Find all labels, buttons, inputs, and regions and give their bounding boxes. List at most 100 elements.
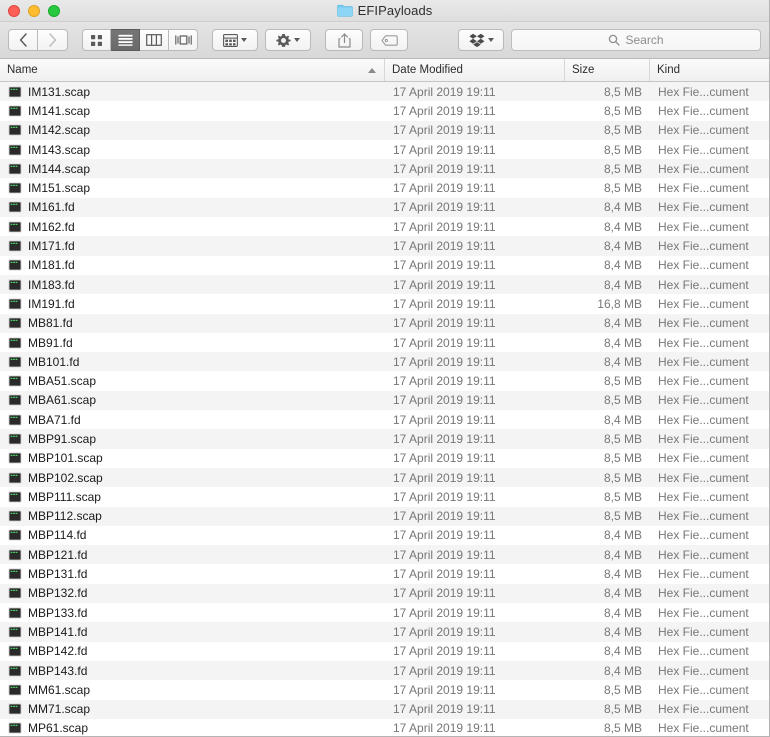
tag-button[interactable]: [370, 29, 408, 51]
arrange-by-button[interactable]: [212, 29, 258, 51]
table-row[interactable]: MBA61.scap 17 April 2019 19:11 8,5 MB Hex F…: [0, 390, 769, 411]
file-name-cell[interactable]: MM71.scap: [0, 700, 385, 719]
hex-document-icon: [8, 298, 22, 310]
table-row[interactable]: MM71.scap 17 April 2019 19:11 8,5 MB Hex Fi…: [0, 699, 769, 719]
table-row[interactable]: IM191.fd 17 April 2019 19:11 16,8 MB Hex Fi…: [0, 294, 769, 314]
table-row[interactable]: MBP111.scap 17 April 2019 19:11 8,5 MB Hex …: [0, 487, 769, 507]
table-row[interactable]: MBP101.scap 17 April 2019 19:11 8,5 MB Hex …: [0, 448, 769, 468]
file-name-cell[interactable]: IM141.scap: [0, 101, 385, 120]
table-row[interactable]: MBP143.fd 17 April 2019 19:11 8,4 MB Hex Fi…: [0, 660, 769, 681]
file-name-cell[interactable]: MB101.fd: [0, 352, 385, 371]
table-row[interactable]: MBP114.fd 17 April 2019 19:11 8,4 MB Hex Fi…: [0, 525, 769, 546]
file-size-cell: 8,5 MB: [603, 682, 642, 697]
action-menu-button[interactable]: [265, 29, 311, 51]
table-row[interactable]: MB91.fd 17 April 2019 19:11 8,4 MB Hex Fie.…: [0, 332, 769, 353]
search-icon: [609, 34, 621, 46]
table-row[interactable]: MP61.scap 17 April 2019 19:11 8,5 MB Hex Fi…: [0, 718, 769, 736]
file-name-cell[interactable]: MBA51.scap: [0, 371, 385, 390]
table-row[interactable]: IM161.fd 17 April 2019 19:11 8,4 MB Hex Fie…: [0, 197, 769, 218]
table-row[interactable]: IM183.fd 17 April 2019 19:11 8,4 MB Hex Fie…: [0, 274, 769, 295]
file-name-cell[interactable]: MBP121.fd: [0, 545, 385, 564]
coverflow-view-button[interactable]: [169, 29, 198, 51]
column-header-date-modified[interactable]: Date Modified: [385, 59, 565, 81]
table-row[interactable]: MBP112.scap 17 April 2019 19:11 8,5 MB Hex …: [0, 506, 769, 526]
file-date-cell: 17 April 2019 19:11: [393, 103, 496, 118]
file-name-cell[interactable]: MBP141.fd: [0, 622, 385, 641]
file-list[interactable]: IM131.scap 17 April 2019 19:11 8,5 MB Hex F…: [0, 82, 769, 736]
hex-document-icon: [8, 163, 22, 175]
table-row[interactable]: MBP141.fd 17 April 2019 19:11 8,4 MB Hex Fi…: [0, 622, 769, 642]
hex-document-icon: [8, 414, 22, 426]
file-name-cell[interactable]: MBP131.fd: [0, 564, 385, 583]
table-row[interactable]: MB81.fd 17 April 2019 19:11 8,4 MB Hex Fie.…: [0, 313, 769, 333]
file-name-cell[interactable]: MM61.scap: [0, 680, 385, 699]
table-row[interactable]: IM181.fd 17 April 2019 19:11 8,4 MB Hex Fie…: [0, 255, 769, 275]
table-row[interactable]: IM141.scap 17 April 2019 19:11 8,5 MB Hex F…: [0, 101, 769, 121]
file-name-cell[interactable]: MBP102.scap: [0, 468, 385, 487]
file-name-cell[interactable]: MBP101.scap: [0, 449, 385, 468]
hex-document-icon: [8, 568, 22, 580]
column-header-size[interactable]: Size: [565, 59, 650, 81]
list-view-button[interactable]: [111, 29, 140, 51]
table-row[interactable]: IM142.scap 17 April 2019 19:11 8,5 MB Hex F…: [0, 120, 769, 140]
file-name-cell[interactable]: IM171.fd: [0, 236, 385, 255]
file-name-label: IM142.scap: [28, 123, 91, 138]
file-name-cell[interactable]: IM161.fd: [0, 198, 385, 217]
column-header-kind[interactable]: Kind: [650, 59, 769, 81]
file-name-cell[interactable]: IM143.scap: [0, 140, 385, 159]
back-button[interactable]: [8, 29, 38, 51]
column-view-button[interactable]: [140, 29, 169, 51]
hex-document-icon: [8, 201, 22, 213]
table-row[interactable]: IM131.scap 17 April 2019 19:11 8,5 MB Hex F…: [0, 82, 769, 102]
file-name-cell[interactable]: MP61.scap: [0, 719, 385, 736]
close-button[interactable]: [8, 4, 20, 17]
table-row[interactable]: MBA71.fd 17 April 2019 19:11 8,4 MB Hex Fie…: [0, 410, 769, 430]
file-name-cell[interactable]: MBP133.fd: [0, 603, 385, 622]
table-row[interactable]: MBP121.fd 17 April 2019 19:11 8,4 MB Hex Fi…: [0, 545, 769, 565]
file-name-cell[interactable]: IM162.fd: [0, 217, 385, 236]
file-size-cell: 8,5 MB: [603, 393, 642, 408]
table-row[interactable]: MBP132.fd 17 April 2019 19:11 8,4 MB Hex Fi…: [0, 583, 769, 604]
file-name-cell[interactable]: IM144.scap: [0, 159, 385, 178]
search-field[interactable]: Search: [511, 29, 761, 51]
table-row[interactable]: IM143.scap 17 April 2019 19:11 8,5 MB Hex F…: [0, 139, 769, 160]
file-name-cell[interactable]: IM142.scap: [0, 121, 385, 140]
file-name-cell[interactable]: MBP114.fd: [0, 526, 385, 545]
table-row[interactable]: IM162.fd 17 April 2019 19:11 8,4 MB Hex Fie…: [0, 217, 769, 237]
share-button[interactable]: [325, 29, 363, 51]
table-row[interactable]: IM151.scap 17 April 2019 19:11 8,5 MB Hex F…: [0, 178, 769, 198]
table-row[interactable]: MBP133.fd 17 April 2019 19:11 8,4 MB Hex Fi…: [0, 603, 769, 623]
column-header-name[interactable]: Name: [0, 59, 385, 81]
file-name-cell[interactable]: MBP132.fd: [0, 584, 385, 603]
file-name-cell[interactable]: MBA71.fd: [0, 410, 385, 429]
table-row[interactable]: MBP91.scap 17 April 2019 19:11 8,5 MB Hex F…: [0, 429, 769, 449]
file-name-cell[interactable]: MBP143.fd: [0, 661, 385, 680]
file-name-cell[interactable]: MBP91.scap: [0, 429, 385, 448]
column-header-size-label: Size: [572, 64, 595, 76]
table-row[interactable]: MBP142.fd 17 April 2019 19:11 8,4 MB Hex Fi…: [0, 641, 769, 661]
file-name-cell[interactable]: MB91.fd: [0, 333, 385, 352]
file-name-cell[interactable]: MB81.fd: [0, 314, 385, 333]
file-name-cell[interactable]: MBP111.scap: [0, 487, 385, 506]
table-row[interactable]: IM144.scap 17 April 2019 19:11 8,5 MB Hex F…: [0, 159, 769, 179]
table-row[interactable]: MB101.fd 17 April 2019 19:11 8,4 MB Hex Fie…: [0, 352, 769, 372]
file-name-cell[interactable]: IM183.fd: [0, 275, 385, 294]
file-name-cell[interactable]: IM131.scap: [0, 82, 385, 101]
minimize-button[interactable]: [28, 4, 40, 17]
forward-button[interactable]: [38, 29, 68, 51]
file-name-cell[interactable]: IM191.fd: [0, 294, 385, 313]
maximize-button[interactable]: [48, 4, 60, 17]
file-name-cell[interactable]: MBP112.scap: [0, 507, 385, 526]
file-name-cell[interactable]: IM151.scap: [0, 178, 385, 197]
file-name-cell[interactable]: MBP142.fd: [0, 642, 385, 661]
table-row[interactable]: MBA51.scap 17 April 2019 19:11 8,5 MB Hex F…: [0, 371, 769, 391]
table-row[interactable]: MBP131.fd 17 April 2019 19:11 8,4 MB Hex Fi…: [0, 564, 769, 584]
table-row[interactable]: MM61.scap 17 April 2019 19:11 8,5 MB Hex Fi…: [0, 680, 769, 700]
dropbox-button[interactable]: [458, 29, 504, 51]
table-row[interactable]: MBP102.scap 17 April 2019 19:11 8,5 MB Hex …: [0, 467, 769, 488]
file-name-cell[interactable]: MBA61.scap: [0, 391, 385, 410]
title-bar[interactable]: EFIPayloads: [0, 0, 769, 22]
file-name-cell[interactable]: IM181.fd: [0, 256, 385, 275]
icon-view-button[interactable]: [82, 29, 111, 51]
table-row[interactable]: IM171.fd 17 April 2019 19:11 8,4 MB Hex Fie…: [0, 236, 769, 256]
